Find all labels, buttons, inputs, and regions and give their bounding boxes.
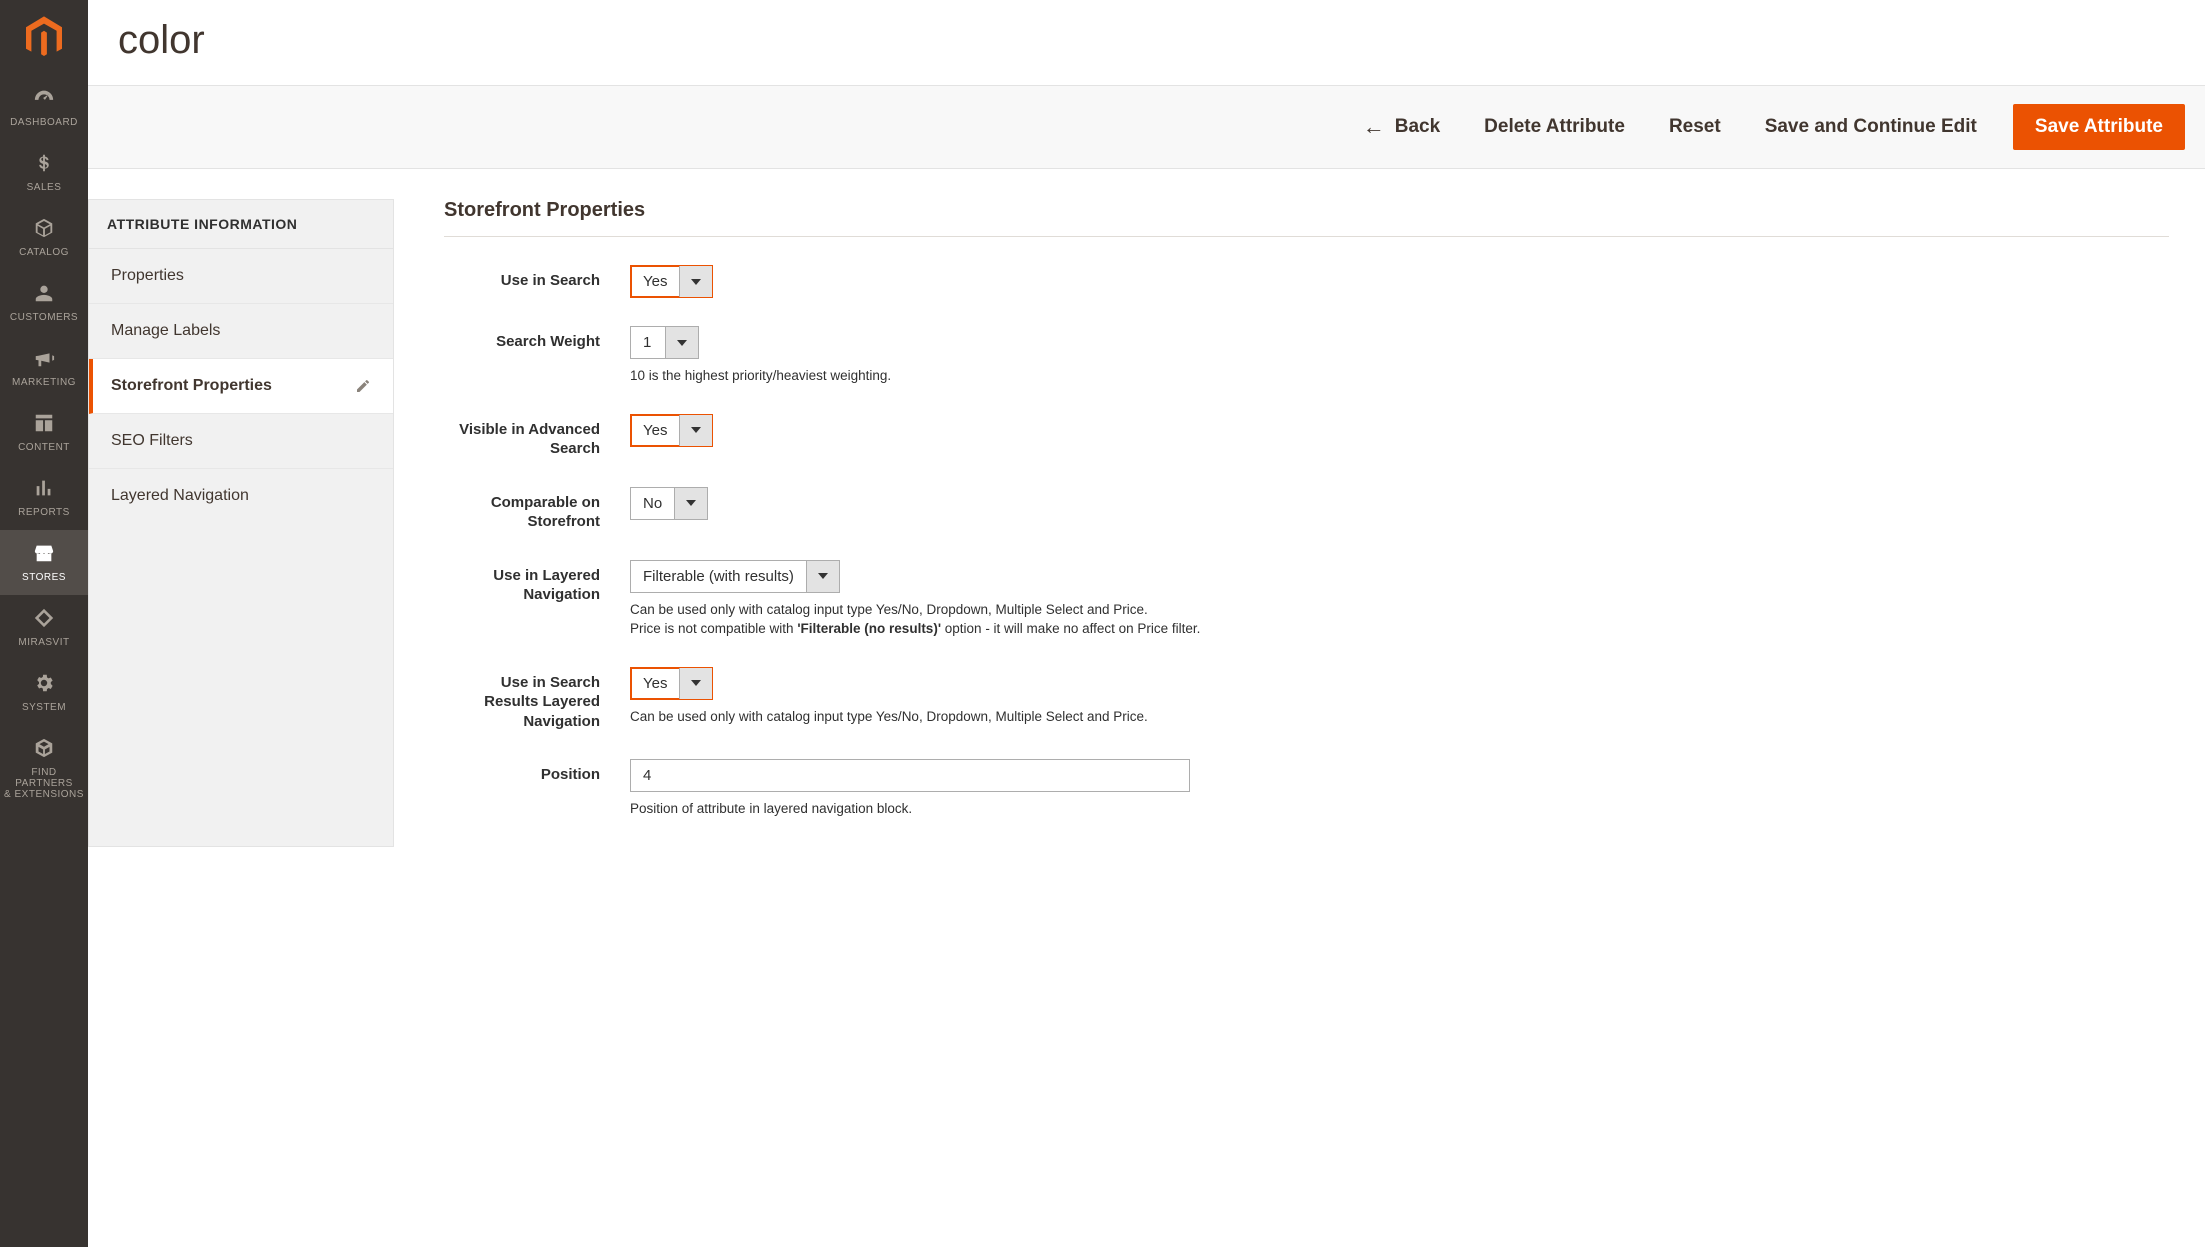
sidepanel-item-label: Properties — [111, 267, 184, 285]
chevron-down-icon — [806, 561, 839, 592]
magento-logo[interactable] — [0, 0, 88, 75]
cube-icon — [33, 215, 55, 241]
chevron-down-icon — [679, 415, 712, 446]
chevron-down-icon — [679, 266, 712, 297]
nav-label: FIND PARTNERS & EXTENSIONS — [4, 767, 84, 800]
nav-label: CUSTOMERS — [10, 312, 78, 323]
field-use-in-search-results-layered-nav: Use in Search Results Layered Navigation… — [444, 667, 2169, 732]
select-value: Filterable (with results) — [631, 561, 806, 592]
field-use-in-search: Use in Search Yes — [444, 265, 2169, 298]
arrow-left-icon: ← — [1363, 116, 1385, 138]
sidepanel-item-layered-navigation[interactable]: Layered Navigation — [89, 469, 393, 523]
sidepanel-item-label: Storefront Properties — [111, 377, 272, 395]
magento-logo-icon — [26, 16, 62, 60]
nav-label: REPORTS — [18, 507, 70, 518]
nav-partners[interactable]: FIND PARTNERS & EXTENSIONS — [0, 725, 88, 812]
select-value: Yes — [631, 415, 679, 446]
use-in-search-results-layered-select[interactable]: Yes — [630, 667, 713, 700]
use-in-search-select[interactable]: Yes — [630, 265, 713, 298]
megaphone-icon — [33, 345, 55, 371]
field-label: Comparable on Storefront — [444, 487, 630, 532]
comparable-storefront-select[interactable]: No — [630, 487, 708, 520]
chevron-down-icon — [674, 488, 707, 519]
pencil-icon — [355, 378, 371, 394]
back-button[interactable]: ← Back — [1355, 106, 1448, 148]
chevron-down-icon — [665, 327, 698, 358]
field-label: Use in Layered Navigation — [444, 560, 630, 605]
sidepanel-item-properties[interactable]: Properties — [89, 249, 393, 304]
dollar-icon — [33, 150, 55, 176]
field-label: Use in Search Results Layered Navigation — [444, 667, 630, 732]
chevron-down-icon — [679, 668, 712, 699]
field-note: Position of attribute in layered navigat… — [630, 800, 2169, 819]
field-label: Position — [444, 759, 630, 785]
sidepanel-item-seo-filters[interactable]: SEO Filters — [89, 414, 393, 469]
section-title: Storefront Properties — [444, 199, 2169, 237]
gear-icon — [33, 670, 55, 696]
sidepanel-item-manage-labels[interactable]: Manage Labels — [89, 304, 393, 359]
nav-label: CONTENT — [18, 442, 70, 453]
diamond-icon — [33, 605, 55, 631]
nav-label: CATALOG — [19, 247, 69, 258]
nav-stores[interactable]: STORES — [0, 530, 88, 595]
sidepanel-item-storefront-properties[interactable]: Storefront Properties — [89, 359, 393, 414]
nav-label: STORES — [22, 572, 66, 583]
admin-sidebar: DASHBOARD SALES CATALOG CUSTOMERS MARKET… — [0, 0, 88, 1247]
field-label: Visible in Advanced Search — [444, 414, 630, 459]
select-value: 1 — [631, 327, 665, 358]
storefront-icon — [33, 540, 55, 566]
page-title: color — [88, 0, 2205, 85]
sidepanel-item-label: Layered Navigation — [111, 487, 249, 505]
use-in-layered-nav-select[interactable]: Filterable (with results) — [630, 560, 840, 593]
field-search-weight: Search Weight 1 10 is the highest priori… — [444, 326, 2169, 386]
save-continue-button[interactable]: Save and Continue Edit — [1757, 106, 1985, 148]
action-bar: ← Back Delete Attribute Reset Save and C… — [88, 85, 2205, 169]
nav-dashboard[interactable]: DASHBOARD — [0, 75, 88, 140]
field-visible-advanced-search: Visible in Advanced Search Yes — [444, 414, 2169, 459]
layout-icon — [33, 410, 55, 436]
delete-attribute-button[interactable]: Delete Attribute — [1476, 106, 1633, 148]
partners-icon — [33, 735, 55, 761]
position-input[interactable] — [630, 759, 1190, 792]
bar-chart-icon — [33, 475, 55, 501]
field-comparable-storefront: Comparable on Storefront No — [444, 487, 2169, 532]
person-icon — [33, 280, 55, 306]
nav-label: DASHBOARD — [10, 117, 78, 128]
sidepanel-header: ATTRIBUTE INFORMATION — [89, 200, 393, 249]
field-label: Use in Search — [444, 265, 630, 291]
select-value: Yes — [631, 668, 679, 699]
content-row: ATTRIBUTE INFORMATION Properties Manage … — [88, 169, 2205, 907]
nav-label: SYSTEM — [22, 702, 66, 713]
nav-reports[interactable]: REPORTS — [0, 465, 88, 530]
nav-marketing[interactable]: MARKETING — [0, 335, 88, 400]
attribute-info-panel: ATTRIBUTE INFORMATION Properties Manage … — [88, 199, 394, 847]
field-use-in-layered-nav: Use in Layered Navigation Filterable (wi… — [444, 560, 2169, 639]
field-label: Search Weight — [444, 326, 630, 352]
form-area: Storefront Properties Use in Search Yes … — [444, 199, 2187, 847]
reset-button[interactable]: Reset — [1661, 106, 1729, 148]
field-note: Can be used only with catalog input type… — [630, 601, 2169, 639]
sidepanel-item-label: Manage Labels — [111, 322, 220, 340]
field-note: 10 is the highest priority/heaviest weig… — [630, 367, 2169, 386]
main-area: color ← Back Delete Attribute Reset Save… — [88, 0, 2205, 1247]
nav-system[interactable]: SYSTEM — [0, 660, 88, 725]
gauge-icon — [33, 85, 55, 111]
nav-label: MIRASVIT — [18, 637, 69, 648]
select-value: No — [631, 488, 674, 519]
nav-sales[interactable]: SALES — [0, 140, 88, 205]
back-label: Back — [1395, 116, 1440, 138]
sidepanel-item-label: SEO Filters — [111, 432, 193, 450]
nav-content[interactable]: CONTENT — [0, 400, 88, 465]
save-attribute-button[interactable]: Save Attribute — [2013, 104, 2185, 150]
nav-label: SALES — [27, 182, 62, 193]
visible-advanced-search-select[interactable]: Yes — [630, 414, 713, 447]
nav-customers[interactable]: CUSTOMERS — [0, 270, 88, 335]
nav-catalog[interactable]: CATALOG — [0, 205, 88, 270]
nav-label: MARKETING — [12, 377, 76, 388]
field-position: Position Position of attribute in layere… — [444, 759, 2169, 819]
select-value: Yes — [631, 266, 679, 297]
field-note: Can be used only with catalog input type… — [630, 708, 2169, 727]
nav-mirasvit[interactable]: MIRASVIT — [0, 595, 88, 660]
search-weight-select[interactable]: 1 — [630, 326, 699, 359]
